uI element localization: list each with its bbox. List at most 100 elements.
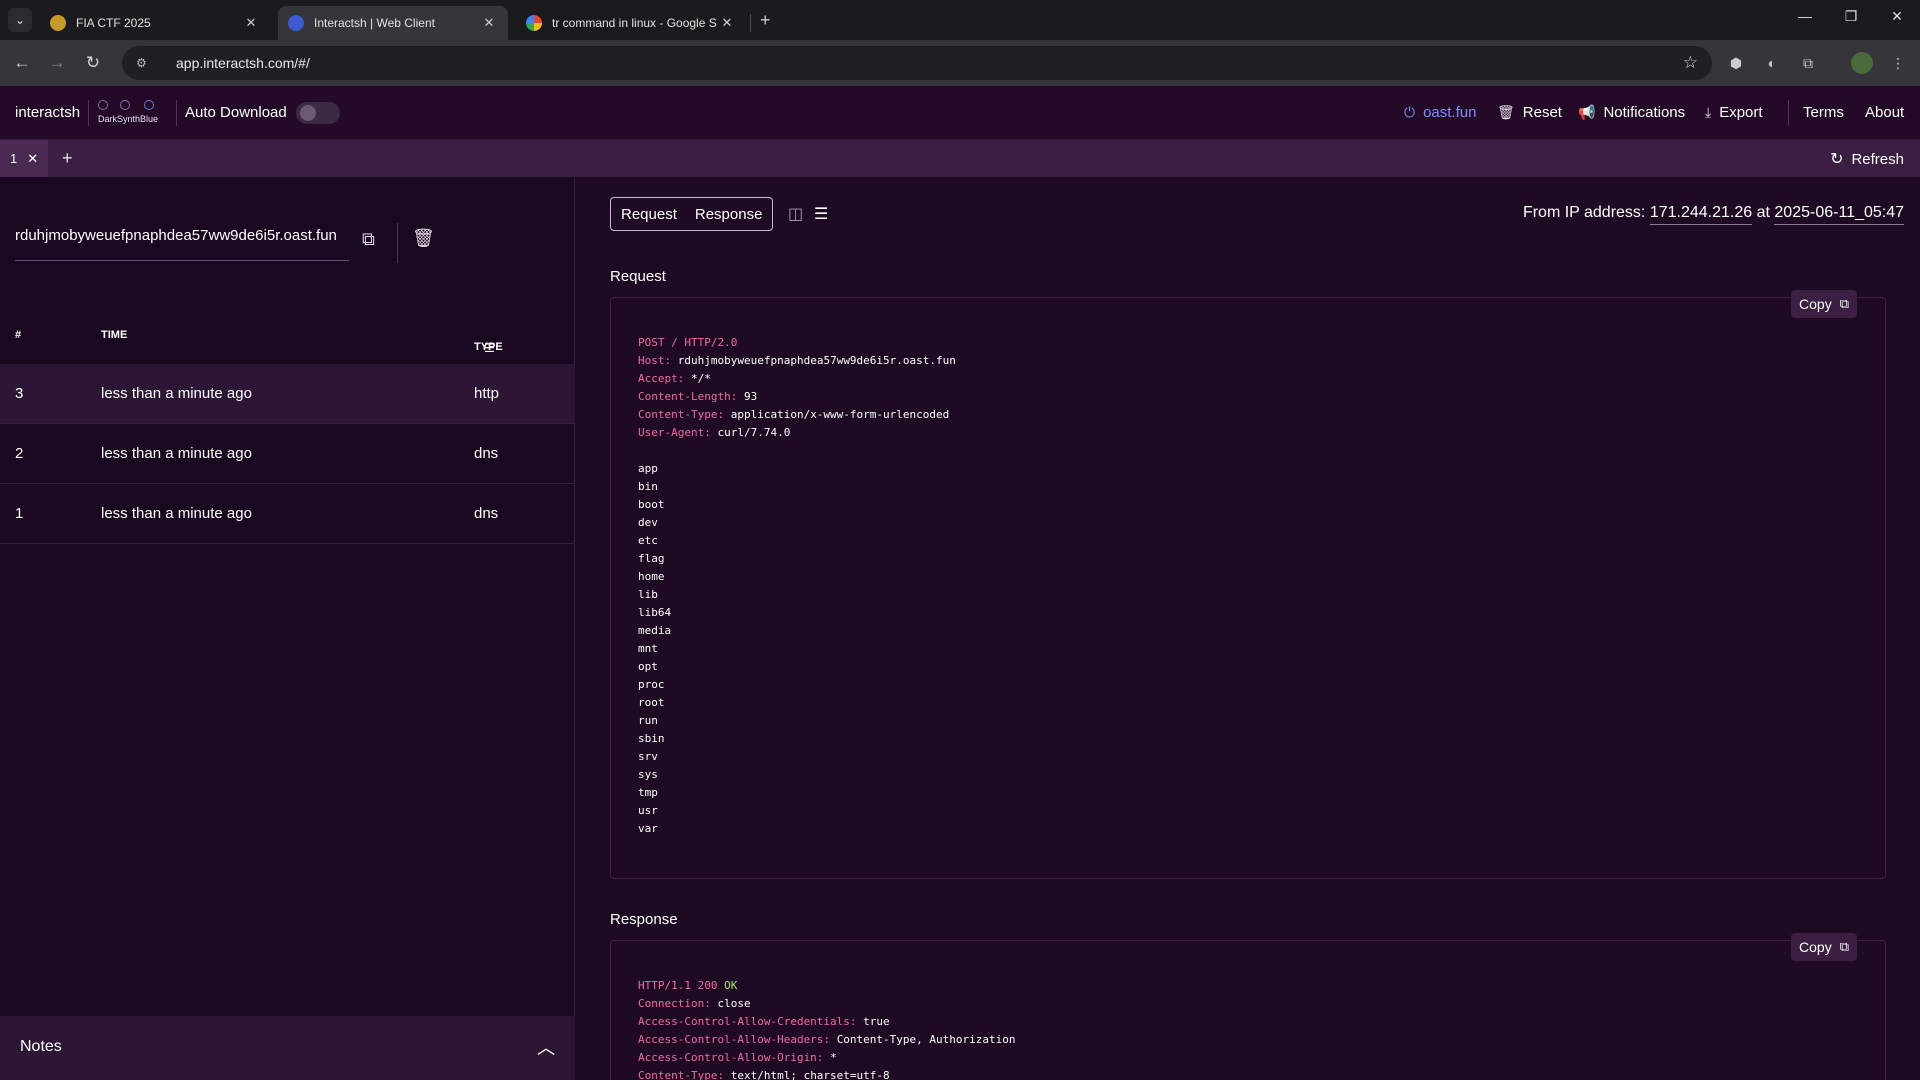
request-toggle-button[interactable]: Request [621,206,677,223]
chevron-up-icon[interactable]: ︿ [537,1034,555,1060]
puzzle-extensions-icon[interactable]: ⧉ [1797,52,1819,74]
code-token: User-Agent: [638,426,711,439]
close-icon[interactable]: ✕ [27,151,38,167]
address-bar[interactable]: ⚙ app.interactsh.com/#/ ☆ [122,46,1712,80]
code-token: tmp [638,786,658,799]
restore-icon[interactable]: ❐ [1836,8,1866,25]
response-header-line: Access-Control-Allow-Headers: Content-Ty… [638,1031,1016,1049]
row-type: dns [474,445,499,462]
row-time: less than a minute ago [101,385,252,402]
site-info-icon[interactable]: ⚙ [136,56,156,70]
server-link[interactable]: ⏻ oast.fun [1404,104,1476,121]
forward-arrow-icon[interactable]: → [44,50,70,76]
filter-icon[interactable]: ☰ [484,341,495,355]
request-body-line: sbin [638,730,956,748]
row-time: less than a minute ago [101,505,252,522]
domain-underline [15,260,349,261]
bookmark-star-icon[interactable]: ☆ [1683,53,1698,73]
stacked-view-icon[interactable]: ☰ [814,204,828,224]
code-token: 93 [743,390,758,403]
copy-icon: ⧉ [1839,296,1849,311]
request-header-line: Host: rduhjmobyweuefpnaphdea57ww9de6i5r.… [638,352,956,370]
table-header: # TIME TYPE ☰ [0,317,575,357]
split-view-icon[interactable]: ◫ [788,204,803,224]
close-icon[interactable]: ✕ [718,15,736,31]
kebab-menu-icon[interactable]: ⋮ [1887,52,1909,74]
notes-panel[interactable]: Notes ︿ [0,1016,575,1080]
at-label: at [1756,204,1770,221]
tab-search-button[interactable]: ⌄ [8,8,32,32]
copy-response-button[interactable]: Copy ⧉ [1791,933,1857,961]
minimize-icon[interactable]: — [1790,8,1820,24]
response-header-line: Access-Control-Allow-Credentials: true [638,1013,1016,1031]
download-icon: ⤓ [1705,104,1712,120]
response-toggle-button[interactable]: Response [695,206,763,223]
code-token: Accept: [638,372,685,385]
about-link[interactable]: About [1865,104,1904,121]
brand-logo[interactable]: interactsh [15,104,80,121]
col-number: # [15,329,22,341]
refresh-label: Refresh [1851,150,1904,168]
browser-tab-google[interactable]: tr command in linux - Google S ✕ [516,6,746,40]
window-close-icon[interactable]: ✕ [1882,8,1912,25]
session-tab-1[interactable]: 1 ✕ [0,140,48,177]
extension-icon[interactable]: ⬢ [1725,52,1747,74]
session-tab-bar: 1 ✕ + ↻ Refresh [0,140,1920,177]
request-body-line: root [638,694,956,712]
new-tab-icon[interactable]: + [760,10,771,31]
request-header-line: User-Agent: curl/7.74.0 [638,424,956,442]
timestamp[interactable]: 2025-06-11_05:47 [1774,204,1904,225]
reload-icon[interactable]: ↻ [80,50,106,76]
code-token: media [638,624,672,637]
row-number: 3 [15,385,24,402]
export-button[interactable]: ⤓ Export [1705,104,1763,121]
theme-selector[interactable]: DarkSynthBlue [98,98,168,128]
code-token: lib64 [638,606,672,619]
notifications-button[interactable]: 📢 Notifications [1578,104,1685,121]
code-token: dev [638,516,658,529]
theme-dot-icon[interactable] [144,100,154,110]
code-token: Connection: [638,997,711,1010]
refresh-button[interactable]: ↻ Refresh [1830,149,1904,169]
add-session-icon[interactable]: + [62,148,73,169]
theme-dot-icon[interactable] [120,100,130,110]
status-line: HTTP/1.1 200 OK [638,977,1016,995]
ip-address[interactable]: 171.244.21.26 [1649,204,1753,225]
code-token: Content-Length: [638,390,738,403]
response-section-title: Response [610,911,678,928]
browser-tab-interactsh[interactable]: Interactsh | Web Client ✕ [278,6,508,40]
auto-download-toggle[interactable] [296,102,340,124]
clear-history-icon[interactable]: 🗑 [412,228,438,254]
response-header-line: Access-Control-Allow-Origin: * [638,1049,1016,1067]
copy-request-button[interactable]: Copy ⧉ [1791,290,1857,318]
request-body-line: app [638,460,956,478]
browser-tab-fia-ctf[interactable]: FIA CTF 2025 ✕ [40,6,270,40]
back-arrow-icon[interactable]: ← [9,50,35,76]
code-token: Access-Control-Allow-Headers: [638,1033,831,1046]
power-icon: ⏻ [1404,104,1416,120]
shield-extension-icon[interactable]: ◐ [1761,52,1783,74]
copy-domain-icon[interactable]: ⧉ [362,229,384,253]
url-text[interactable]: app.interactsh.com/#/ [176,55,310,71]
profile-avatar[interactable] [1851,52,1873,74]
oast-domain[interactable]: rduhjmobyweuefpnaphdea57ww9de6i5r.oast.f… [15,227,337,244]
export-label: Export [1719,104,1763,121]
code-token: true [863,1015,890,1028]
table-row[interactable]: 2 less than a minute ago dns [0,424,575,484]
code-token: OK [724,979,738,992]
row-type: http [474,385,500,402]
request-body-line: mnt [638,640,956,658]
theme-dot-icon[interactable] [98,100,108,110]
close-icon[interactable]: ✕ [480,15,498,31]
table-row[interactable]: 1 less than a minute ago dns [0,484,575,544]
close-icon[interactable]: ✕ [242,15,260,31]
request-body-line: srv [638,748,956,766]
code-token: bin [638,480,658,493]
tab-title: FIA CTF 2025 [76,16,151,30]
code-token: rduhjmobyweuefpnaphdea57ww9de6i5r.oast.f… [677,354,956,367]
terms-link[interactable]: Terms [1803,104,1844,121]
table-row[interactable]: 3 less than a minute ago http [0,364,575,424]
reset-button[interactable]: 🗑 Reset [1497,104,1562,121]
